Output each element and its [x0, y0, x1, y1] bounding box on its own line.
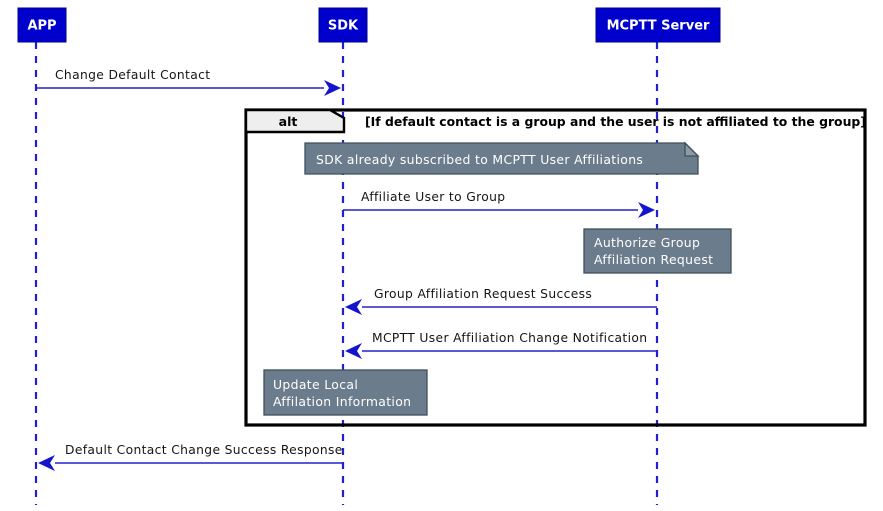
message-label: Default Contact Change Success Response — [65, 443, 343, 457]
msg-mcptt-user-affiliation-change-notification: MCPTT User Affiliation Change Notificati… — [345, 331, 657, 359]
msg-group-affiliation-request-success: Group Affiliation Request Success — [345, 287, 657, 315]
message-arrowhead — [324, 80, 341, 96]
participant-label: SDK — [328, 19, 359, 34]
participant-label: APP — [27, 19, 56, 34]
note-sdk-subscribed: SDK already subscribed to MCPTT User Aff… — [304, 141, 700, 175]
msg-default-contact-change-success-response: Default Contact Change Success Response — [38, 443, 343, 471]
action-box-text-line: Affiliation Request — [594, 252, 713, 267]
participant-app[interactable]: APP — [17, 7, 67, 43]
note-fold-corner — [684, 141, 700, 157]
participant-server[interactable]: MCPTT Server — [595, 7, 721, 43]
message-arrowhead — [638, 202, 655, 218]
msg-affiliate-user-to-group: Affiliate User to Group — [343, 190, 655, 218]
message-arrowhead — [345, 299, 362, 315]
sequence-diagram-svg: alt [If default contact is a group and th… — [17, 7, 867, 505]
participant-label: MCPTT Server — [607, 19, 710, 34]
box-authorize-group-affiliation-request: Authorize Group Affiliation Request — [583, 228, 732, 274]
participant-sdk[interactable]: SDK — [318, 7, 368, 43]
message-label: Affiliate User to Group — [361, 190, 505, 204]
alt-condition-label: [If default contact is a group and the u… — [365, 114, 866, 129]
action-box-text-line: Affilation Information — [273, 394, 411, 409]
message-arrowhead — [345, 343, 362, 359]
alt-operator-label: alt — [279, 114, 298, 129]
participants-group: APP SDK MCPTT Server — [17, 7, 721, 43]
notes-group: SDK already subscribed to MCPTT User Aff… — [304, 141, 700, 175]
sequence-diagram-canvas: alt [If default contact is a group and th… — [0, 0, 883, 511]
note-text-line: SDK already subscribed to MCPTT User Aff… — [316, 152, 643, 167]
action-box-text-line: Authorize Group — [594, 235, 700, 250]
message-label: MCPTT User Affiliation Change Notificati… — [372, 331, 647, 345]
message-arrowhead — [38, 455, 55, 471]
msg-change-default-contact: Change Default Contact — [36, 68, 341, 96]
message-label: Change Default Contact — [55, 68, 210, 82]
action-boxes-group: Authorize Group Affiliation Request Update… — [263, 228, 732, 416]
action-box-text-line: Update Local — [273, 377, 358, 392]
box-update-local-affilation-information: Update Local Affilation Information — [263, 369, 428, 416]
message-label: Group Affiliation Request Success — [374, 287, 592, 301]
